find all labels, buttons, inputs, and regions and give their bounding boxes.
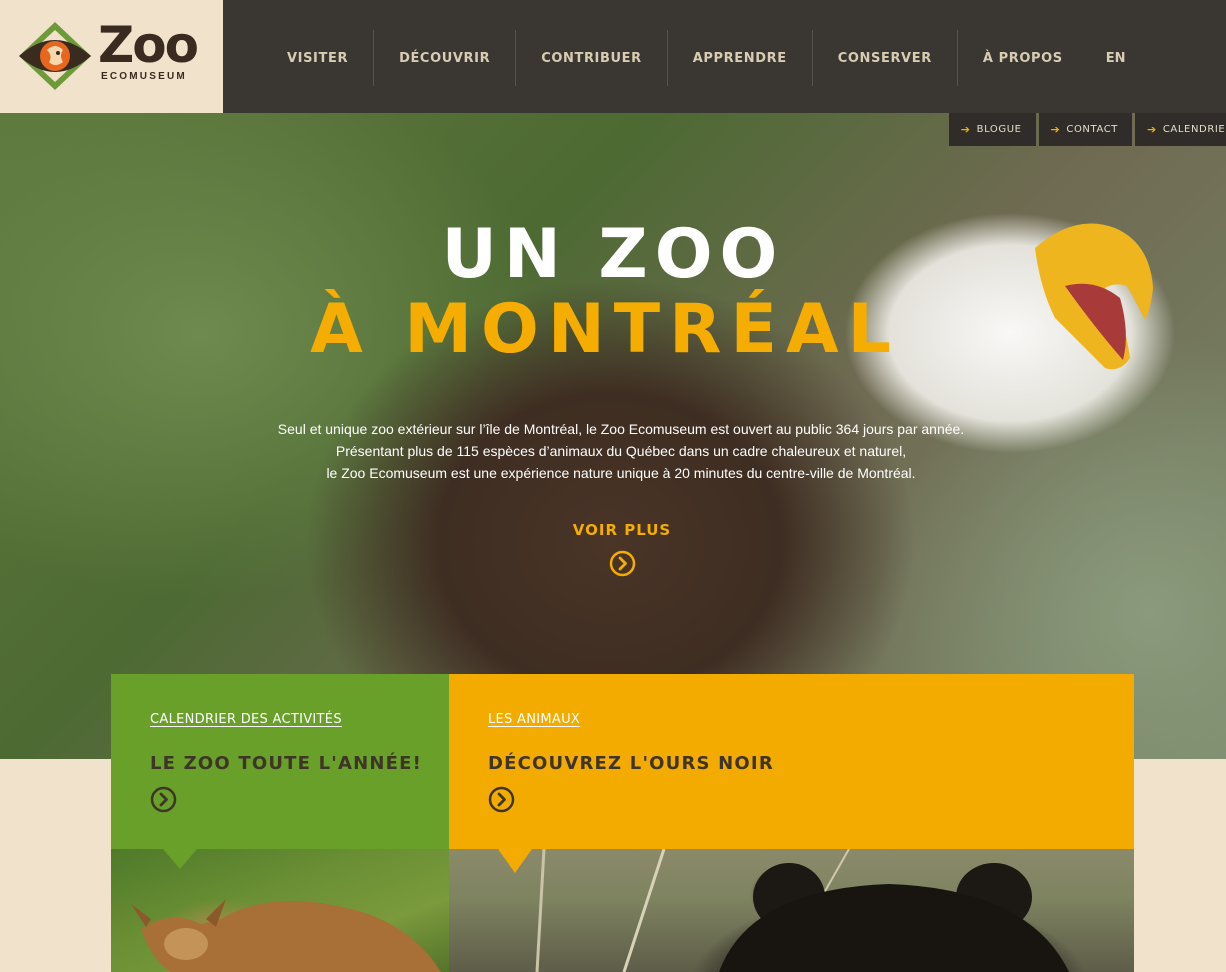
utility-link-label: CONTACT [1066,124,1118,135]
deer-photo[interactable] [111,849,449,972]
nav-item-visiter[interactable]: VISITER [262,30,375,86]
hero-description: Seul et unique zoo extérieur sur l’île d… [0,418,1226,484]
zoo-logo-icon [19,22,91,90]
utility-link-label: BLOGUE [976,124,1022,135]
utility-link-calendrier[interactable]: ➔ CALENDRIER [1135,113,1226,146]
card-pointer [163,849,197,869]
logo[interactable]: Zoo ECOMUSEUM [0,0,223,113]
card-calendrier[interactable]: CALENDRIER DES ACTIVITÉS LE ZOO TOUTE L'… [111,674,449,849]
voir-plus-link[interactable]: VOIR PLUS [0,521,1226,539]
card-pointer [498,849,532,873]
card-headline: DÉCOUVREZ L'OURS NOIR [488,753,774,774]
utility-link-contact[interactable]: ➔ CONTACT [1038,113,1132,146]
logo-wordmark: Zoo [98,16,199,74]
chevron-circle-right-icon[interactable] [150,786,177,813]
language-switch[interactable]: EN [1088,51,1144,66]
hero-banner: ➔ BLOGUE ➔ CONTACT ➔ CALENDRIER UN ZOO À… [0,113,1226,759]
main-nav: VISITER DÉCOUVRIR CONTRIBUER APPRENDRE C… [262,30,1144,86]
card-animaux[interactable]: LES ANIMAUX DÉCOUVREZ L'OURS NOIR [449,674,1134,849]
logo-subtitle: ECOMUSEUM [101,71,187,82]
nav-item-a-propos[interactable]: À PROPOS [958,30,1088,86]
nav-item-contribuer[interactable]: CONTRIBUER [516,30,668,86]
hero-title-line1: UN ZOO [441,215,785,294]
chevron-circle-right-icon[interactable] [488,786,515,813]
chevron-circle-right-icon[interactable] [609,550,636,577]
deer-illustration [131,899,441,972]
hero-description-line: Présentant plus de 115 espèces d’animaux… [335,443,907,459]
nav-item-apprendre[interactable]: APPRENDRE [668,30,813,86]
utility-link-label: CALENDRIER [1162,124,1226,135]
hero-title-line2: À MONTRÉAL [310,290,900,369]
arrow-right-icon: ➔ [1050,123,1061,136]
card-category-link[interactable]: LES ANIMAUX [488,712,580,727]
nav-item-conserver[interactable]: CONSERVER [813,30,958,86]
nav-item-decouvrir[interactable]: DÉCOUVRIR [374,30,517,86]
bear-illustration [535,849,1069,972]
hero-description-line: le Zoo Ecomuseum est une expérience natu… [326,465,916,481]
arrow-right-icon: ➔ [1147,123,1157,136]
hero-description-line: Seul et unique zoo extérieur sur l’île d… [277,421,965,437]
utility-nav: ➔ BLOGUE ➔ CONTACT ➔ CALENDRIER [948,113,1226,146]
arrow-right-icon: ➔ [960,123,971,136]
utility-link-blogue[interactable]: ➔ BLOGUE [948,113,1036,146]
black-bear-photo[interactable] [449,849,1134,972]
site-header: Zoo ECOMUSEUM VISITER DÉCOUVRIR CONTRIBU… [0,0,1226,113]
card-headline: LE ZOO TOUTE L'ANNÉE! [150,753,423,774]
card-category-link[interactable]: CALENDRIER DES ACTIVITÉS [150,712,342,727]
